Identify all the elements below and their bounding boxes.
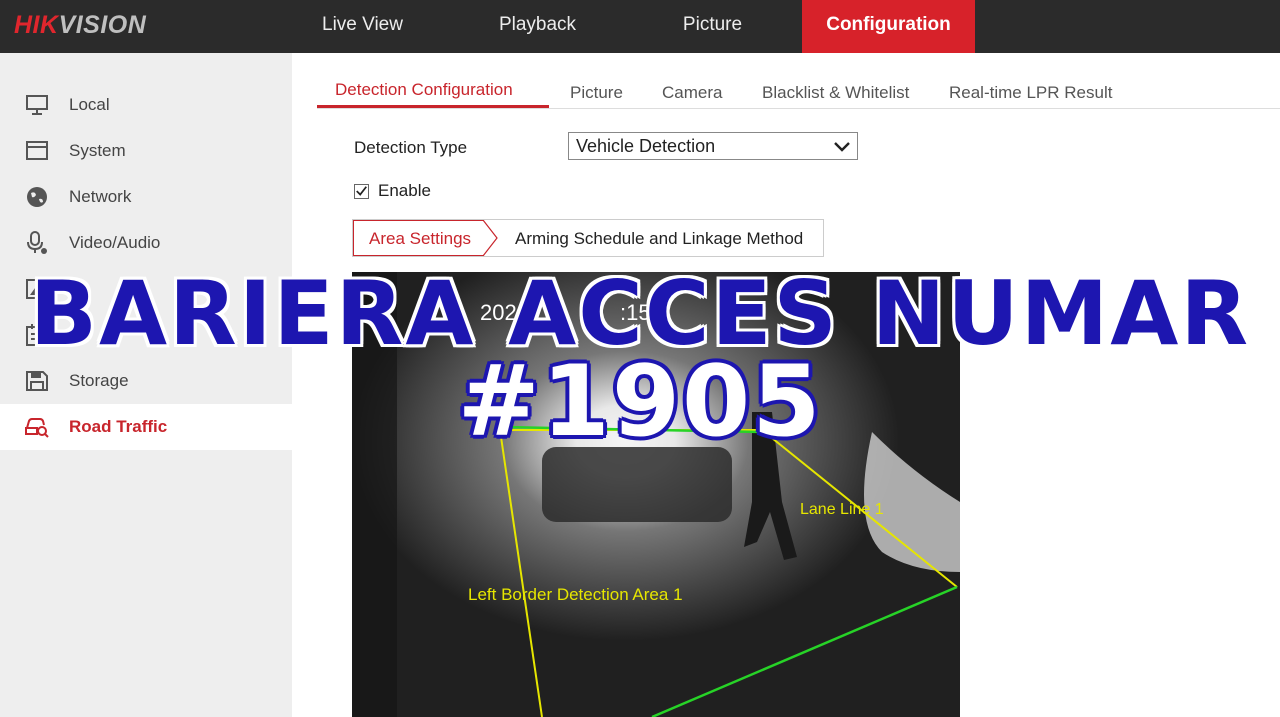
step-arrow-icon bbox=[482, 220, 498, 256]
tab-picture[interactable]: Picture bbox=[570, 83, 623, 103]
nav-configuration[interactable]: Configuration bbox=[802, 0, 975, 53]
tab-detection-configuration[interactable]: Detection Configuration bbox=[335, 80, 513, 100]
detection-area-label: Left Border Detection Area 1 bbox=[468, 585, 683, 604]
nav-live-view[interactable]: Live View bbox=[290, 0, 435, 53]
sidebar-item-system[interactable]: System bbox=[0, 128, 292, 174]
sidebar-item-local[interactable]: Local bbox=[0, 82, 292, 128]
active-tab-indicator bbox=[317, 105, 549, 108]
sidebar-item-label: Local bbox=[69, 95, 110, 114]
step-active-outline bbox=[353, 220, 484, 256]
sidebar-item-label: Network bbox=[69, 187, 132, 206]
nav-playback[interactable]: Playback bbox=[465, 0, 610, 53]
enable-checkbox[interactable] bbox=[354, 184, 369, 199]
window-icon bbox=[26, 141, 48, 160]
detection-type-value: Vehicle Detection bbox=[576, 136, 716, 156]
nav-picture[interactable]: Picture bbox=[640, 0, 785, 53]
enable-label: Enable bbox=[378, 181, 431, 200]
sidebar-item-label: System bbox=[69, 141, 126, 160]
tab-divider bbox=[317, 108, 1280, 109]
tab-blacklist-whitelist[interactable]: Blacklist & Whitelist bbox=[762, 83, 909, 103]
sidebar-item-network[interactable]: Network bbox=[0, 174, 292, 220]
chevron-down-icon bbox=[834, 142, 850, 152]
logo-part-hik: HIK bbox=[14, 11, 59, 39]
detection-type-label: Detection Type bbox=[354, 138, 468, 157]
sidebar-item-video-audio[interactable]: Video/Audio bbox=[0, 220, 292, 266]
hikvision-logo: HIKVISION bbox=[14, 11, 146, 40]
monitor-icon bbox=[26, 95, 48, 115]
lane-line-label: Lane Line 1 bbox=[800, 501, 884, 518]
step-arming-schedule[interactable]: Arming Schedule and Linkage Method bbox=[515, 229, 803, 249]
tab-realtime-lpr-result[interactable]: Real-time LPR Result bbox=[949, 83, 1112, 103]
logo-part-vision: VISION bbox=[58, 11, 147, 39]
overlay-number: #1905 bbox=[457, 345, 823, 459]
tab-camera[interactable]: Camera bbox=[662, 83, 722, 103]
check-icon bbox=[356, 186, 367, 196]
globe-icon bbox=[27, 187, 47, 207]
detection-type-select[interactable]: Vehicle Detection bbox=[568, 132, 858, 160]
microphone-icon bbox=[27, 231, 47, 254]
step-tabs: Area Settings Arming Schedule and Linkag… bbox=[352, 219, 824, 257]
sidebar-item-label: Video/Audio bbox=[69, 233, 161, 252]
top-bar: HIKVISION Live View Playback Picture Con… bbox=[0, 0, 1280, 53]
